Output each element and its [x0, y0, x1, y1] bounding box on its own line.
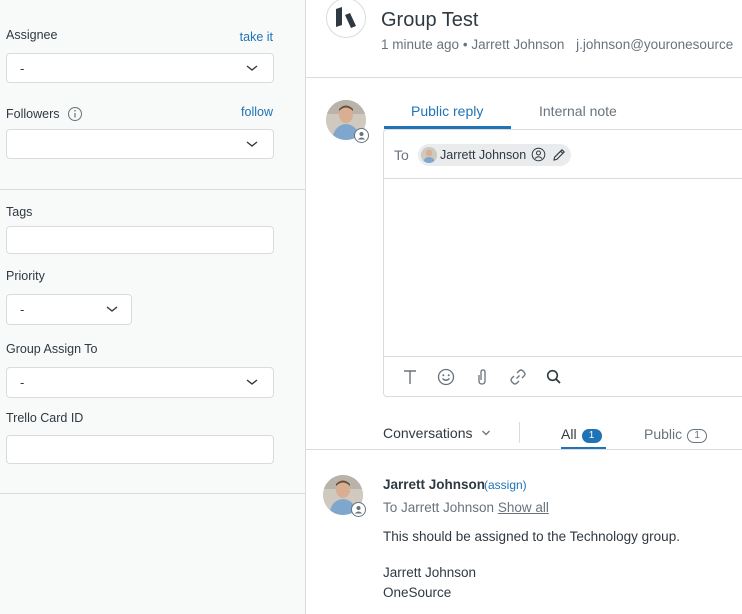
- message-recipients: To Jarrett Johnson Show all: [383, 500, 549, 515]
- chevron-down-icon: [482, 430, 491, 436]
- meta-separator: •: [462, 37, 468, 52]
- assignee-label: Assignee: [6, 28, 58, 42]
- followers-select[interactable]: [6, 129, 274, 159]
- chevron-down-icon: [246, 379, 258, 385]
- tab-public-reply[interactable]: Public reply: [411, 103, 483, 119]
- emoji-icon[interactable]: [436, 367, 456, 387]
- ticket-meta: 1 minute ago • Jarrett Johnson j.johnson…: [381, 37, 733, 52]
- ticket-email[interactable]: j.johnson@youronesource: [576, 37, 733, 52]
- group-assign-select[interactable]: -: [6, 367, 274, 398]
- tags-label: Tags: [6, 205, 33, 219]
- header-divider: [306, 77, 742, 78]
- chevron-down-icon: [106, 306, 118, 312]
- follow-link[interactable]: follow: [241, 105, 273, 119]
- recipients-divider: [384, 178, 742, 179]
- priority-label: Priority: [6, 269, 45, 283]
- tab-internal-note[interactable]: Internal note: [539, 103, 617, 119]
- ticket-requester: Jarrett Johnson: [471, 37, 565, 52]
- text-format-icon[interactable]: [400, 367, 420, 387]
- to-label: To: [394, 147, 409, 163]
- sidebar-divider: [0, 493, 305, 494]
- edit-pencil-icon[interactable]: [551, 147, 567, 163]
- followers-label: Followers: [6, 107, 60, 121]
- priority-value: -: [20, 302, 25, 317]
- group-assign-value: -: [20, 375, 25, 390]
- conversations-dropdown[interactable]: Conversations: [383, 425, 492, 441]
- attachment-icon[interactable]: [472, 367, 492, 387]
- priority-select[interactable]: -: [6, 294, 132, 325]
- user-circle-icon: [531, 147, 546, 162]
- message-author[interactable]: Jarrett Johnson: [383, 477, 485, 492]
- ticket-title: Group Test: [381, 9, 479, 31]
- reply-composer[interactable]: To Jarrett Johnson: [383, 129, 742, 397]
- brand-logo: [326, 0, 366, 38]
- tags-input[interactable]: [6, 226, 274, 254]
- tab-all[interactable]: All 1: [561, 426, 602, 443]
- brand-icon: [336, 7, 356, 28]
- conversation-divider: [306, 449, 742, 450]
- message-to: To Jarrett Johnson: [383, 500, 495, 515]
- info-icon[interactable]: [67, 106, 83, 122]
- take-it-link[interactable]: take it: [240, 30, 273, 44]
- recipient-name: Jarrett Johnson: [440, 148, 527, 162]
- all-count-badge: 1: [581, 429, 602, 443]
- trello-card-input[interactable]: [6, 435, 274, 464]
- show-all-link[interactable]: Show all: [498, 500, 549, 515]
- signature-company: OneSource: [383, 585, 452, 600]
- tab-public-label: Public: [644, 426, 683, 442]
- recipient-avatar: [421, 147, 437, 163]
- assignee-value: -: [20, 61, 25, 76]
- user-role-icon: [354, 128, 369, 143]
- group-assign-label: Group Assign To: [6, 342, 98, 356]
- signature-name: Jarrett Johnson: [383, 565, 477, 580]
- assignee-select[interactable]: -: [6, 53, 274, 83]
- search-icon[interactable]: [544, 367, 564, 387]
- sidebar-divider: [0, 189, 305, 190]
- message-body: This should be assigned to the Technolog…: [383, 529, 680, 544]
- conversations-label: Conversations: [383, 425, 473, 441]
- recipient-pill[interactable]: Jarrett Johnson: [418, 144, 571, 166]
- tab-all-label: All: [561, 426, 577, 442]
- ticket-main: Group Test 1 minute ago • Jarrett Johnso…: [306, 0, 742, 614]
- chevron-down-icon: [246, 141, 258, 147]
- ticket-time: 1 minute ago: [381, 37, 460, 52]
- trello-card-label: Trello Card ID: [6, 411, 84, 425]
- chevron-down-icon: [246, 65, 258, 71]
- public-count-badge: 1: [687, 429, 708, 443]
- ticket-properties-sidebar: Assignee take it - Followers follow Tags…: [0, 0, 306, 614]
- link-icon[interactable]: [508, 367, 528, 387]
- toolbar-divider: [384, 356, 742, 357]
- assign-link[interactable]: (assign): [484, 478, 527, 492]
- filter-divider: [519, 422, 520, 443]
- tab-public[interactable]: Public 1: [644, 426, 708, 443]
- user-role-icon: [351, 502, 366, 517]
